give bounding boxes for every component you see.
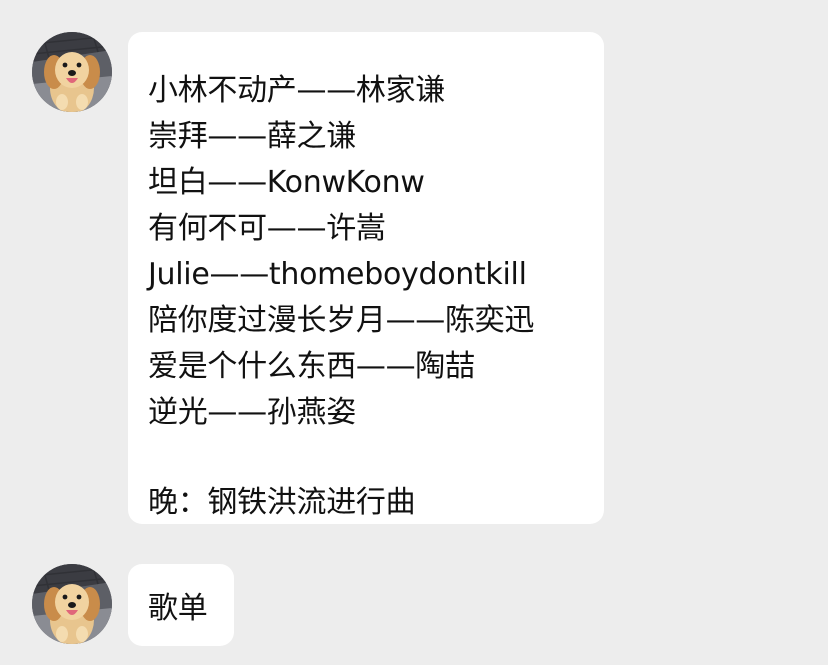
song-line: 陪你度过漫长岁月——陈奕迅 (148, 303, 535, 338)
song-line: Julie——thomeboydontkill (148, 257, 527, 292)
message-row: 小林不动产——林家谦 崇拜——薛之谦 坦白——KonwKonw 有何不可——许嵩… (0, 0, 828, 540)
song-line: 崇拜——薛之谦 (148, 119, 356, 154)
message-row: 歌单 (0, 540, 828, 665)
avatar[interactable] (32, 564, 112, 644)
song-line: 小林不动产——林家谦 (148, 73, 445, 108)
song-line: 有何不可——许嵩 (148, 211, 386, 246)
puppy-avatar-image (32, 564, 112, 644)
avatar[interactable] (32, 32, 112, 112)
message-bubble[interactable]: 小林不动产——林家谦 崇拜——薛之谦 坦白——KonwKonw 有何不可——许嵩… (128, 32, 604, 524)
puppy-avatar-image (32, 32, 112, 112)
evening-song-line: 晚：钢铁洪流进行曲 (148, 485, 416, 520)
song-line: 逆光——孙燕姿 (148, 395, 356, 430)
song-line: 坦白——KonwKonw (148, 165, 425, 200)
message-text: 歌单 (148, 591, 208, 626)
song-line: 爱是个什么东西——陶喆 (148, 349, 475, 384)
message-bubble[interactable]: 歌单 (128, 564, 234, 646)
